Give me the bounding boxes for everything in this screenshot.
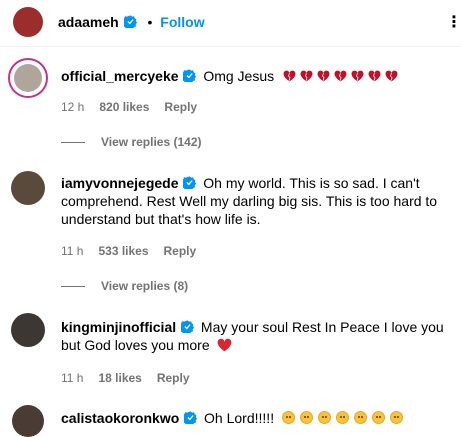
sad-face-emojis	[281, 410, 408, 426]
comment-time: 11 h	[61, 371, 84, 385]
comment-likes[interactable]: 820 likes	[99, 100, 149, 114]
verified-badge-icon	[183, 176, 197, 189]
comment-text: Oh Lord!!!!!	[204, 410, 275, 426]
red-heart-icon	[217, 338, 231, 352]
follow-button[interactable]: Follow	[160, 14, 204, 30]
comment-body: iamyvonnejegede Oh my world. This is so …	[61, 174, 446, 228]
header-divider	[0, 46, 461, 47]
broken-heart-emojis	[283, 68, 402, 84]
header-separator-dot: •	[147, 14, 153, 30]
reply-button[interactable]: Reply	[164, 244, 197, 258]
comment-username[interactable]: calistaokoronkwo	[61, 410, 179, 426]
broken-heart-icon	[300, 70, 313, 82]
comment-avatar[interactable]	[12, 405, 44, 437]
comment-body: calistaokoronkwo Oh Lord!!!!!	[61, 409, 451, 427]
reply-button[interactable]: Reply	[157, 371, 190, 385]
comment-username[interactable]: official_mercyeke	[61, 68, 179, 84]
comment-text: Omg Jesus	[203, 68, 275, 84]
view-replies-button[interactable]: View replies (8)	[61, 279, 188, 293]
broken-heart-icon	[317, 70, 330, 82]
sad-face-icon	[389, 411, 403, 424]
more-options-icon[interactable]: ⋮	[446, 12, 461, 32]
broken-heart-icon	[368, 70, 381, 82]
view-replies-label: View replies (142)	[101, 135, 202, 149]
view-replies-line	[61, 285, 85, 287]
sad-face-icon	[353, 411, 367, 424]
sad-face-icon	[281, 411, 295, 424]
comment-avatar[interactable]	[8, 58, 48, 98]
sad-face-icon	[299, 411, 313, 424]
sad-face-icon	[335, 411, 349, 424]
comment-meta: 11 h 533 likes Reply	[61, 244, 211, 258]
broken-heart-icon	[351, 70, 364, 82]
comment-username[interactable]: iamyvonnejegede	[61, 175, 179, 191]
comment-avatar[interactable]	[11, 313, 45, 347]
comment-username[interactable]: kingminjinofficial	[61, 319, 176, 335]
comment-likes[interactable]: 18 likes	[98, 371, 141, 385]
view-replies-line	[61, 141, 85, 143]
view-replies-button[interactable]: View replies (142)	[61, 135, 202, 149]
comment-avatar[interactable]	[11, 171, 45, 205]
broken-heart-icon	[334, 70, 347, 82]
verified-badge-icon	[123, 15, 137, 28]
verified-badge-icon	[183, 69, 197, 82]
comment-body: official_mercyeke Omg Jesus	[61, 67, 451, 85]
broken-heart-icon	[283, 70, 296, 82]
comment-likes[interactable]: 533 likes	[98, 244, 148, 258]
post-author-username[interactable]: adaameh	[58, 14, 119, 30]
view-replies-label: View replies (8)	[101, 279, 189, 293]
sad-face-icon	[371, 411, 385, 424]
reply-button[interactable]: Reply	[164, 100, 197, 114]
comment-body: kingminjinofficial May your soul Rest In…	[61, 318, 451, 354]
verified-badge-icon	[181, 320, 195, 333]
comment-time: 11 h	[61, 244, 84, 258]
post-header: adaameh • Follow	[58, 14, 205, 30]
verified-badge-icon	[184, 411, 198, 424]
sad-face-icon	[317, 411, 331, 424]
comment-time: 12 h	[61, 100, 85, 114]
comment-meta: 11 h 18 likes Reply	[61, 371, 205, 385]
comment-meta: 12 h 820 likes Reply	[61, 100, 212, 114]
post-author-avatar[interactable]	[13, 7, 43, 37]
broken-heart-icon	[385, 70, 398, 82]
